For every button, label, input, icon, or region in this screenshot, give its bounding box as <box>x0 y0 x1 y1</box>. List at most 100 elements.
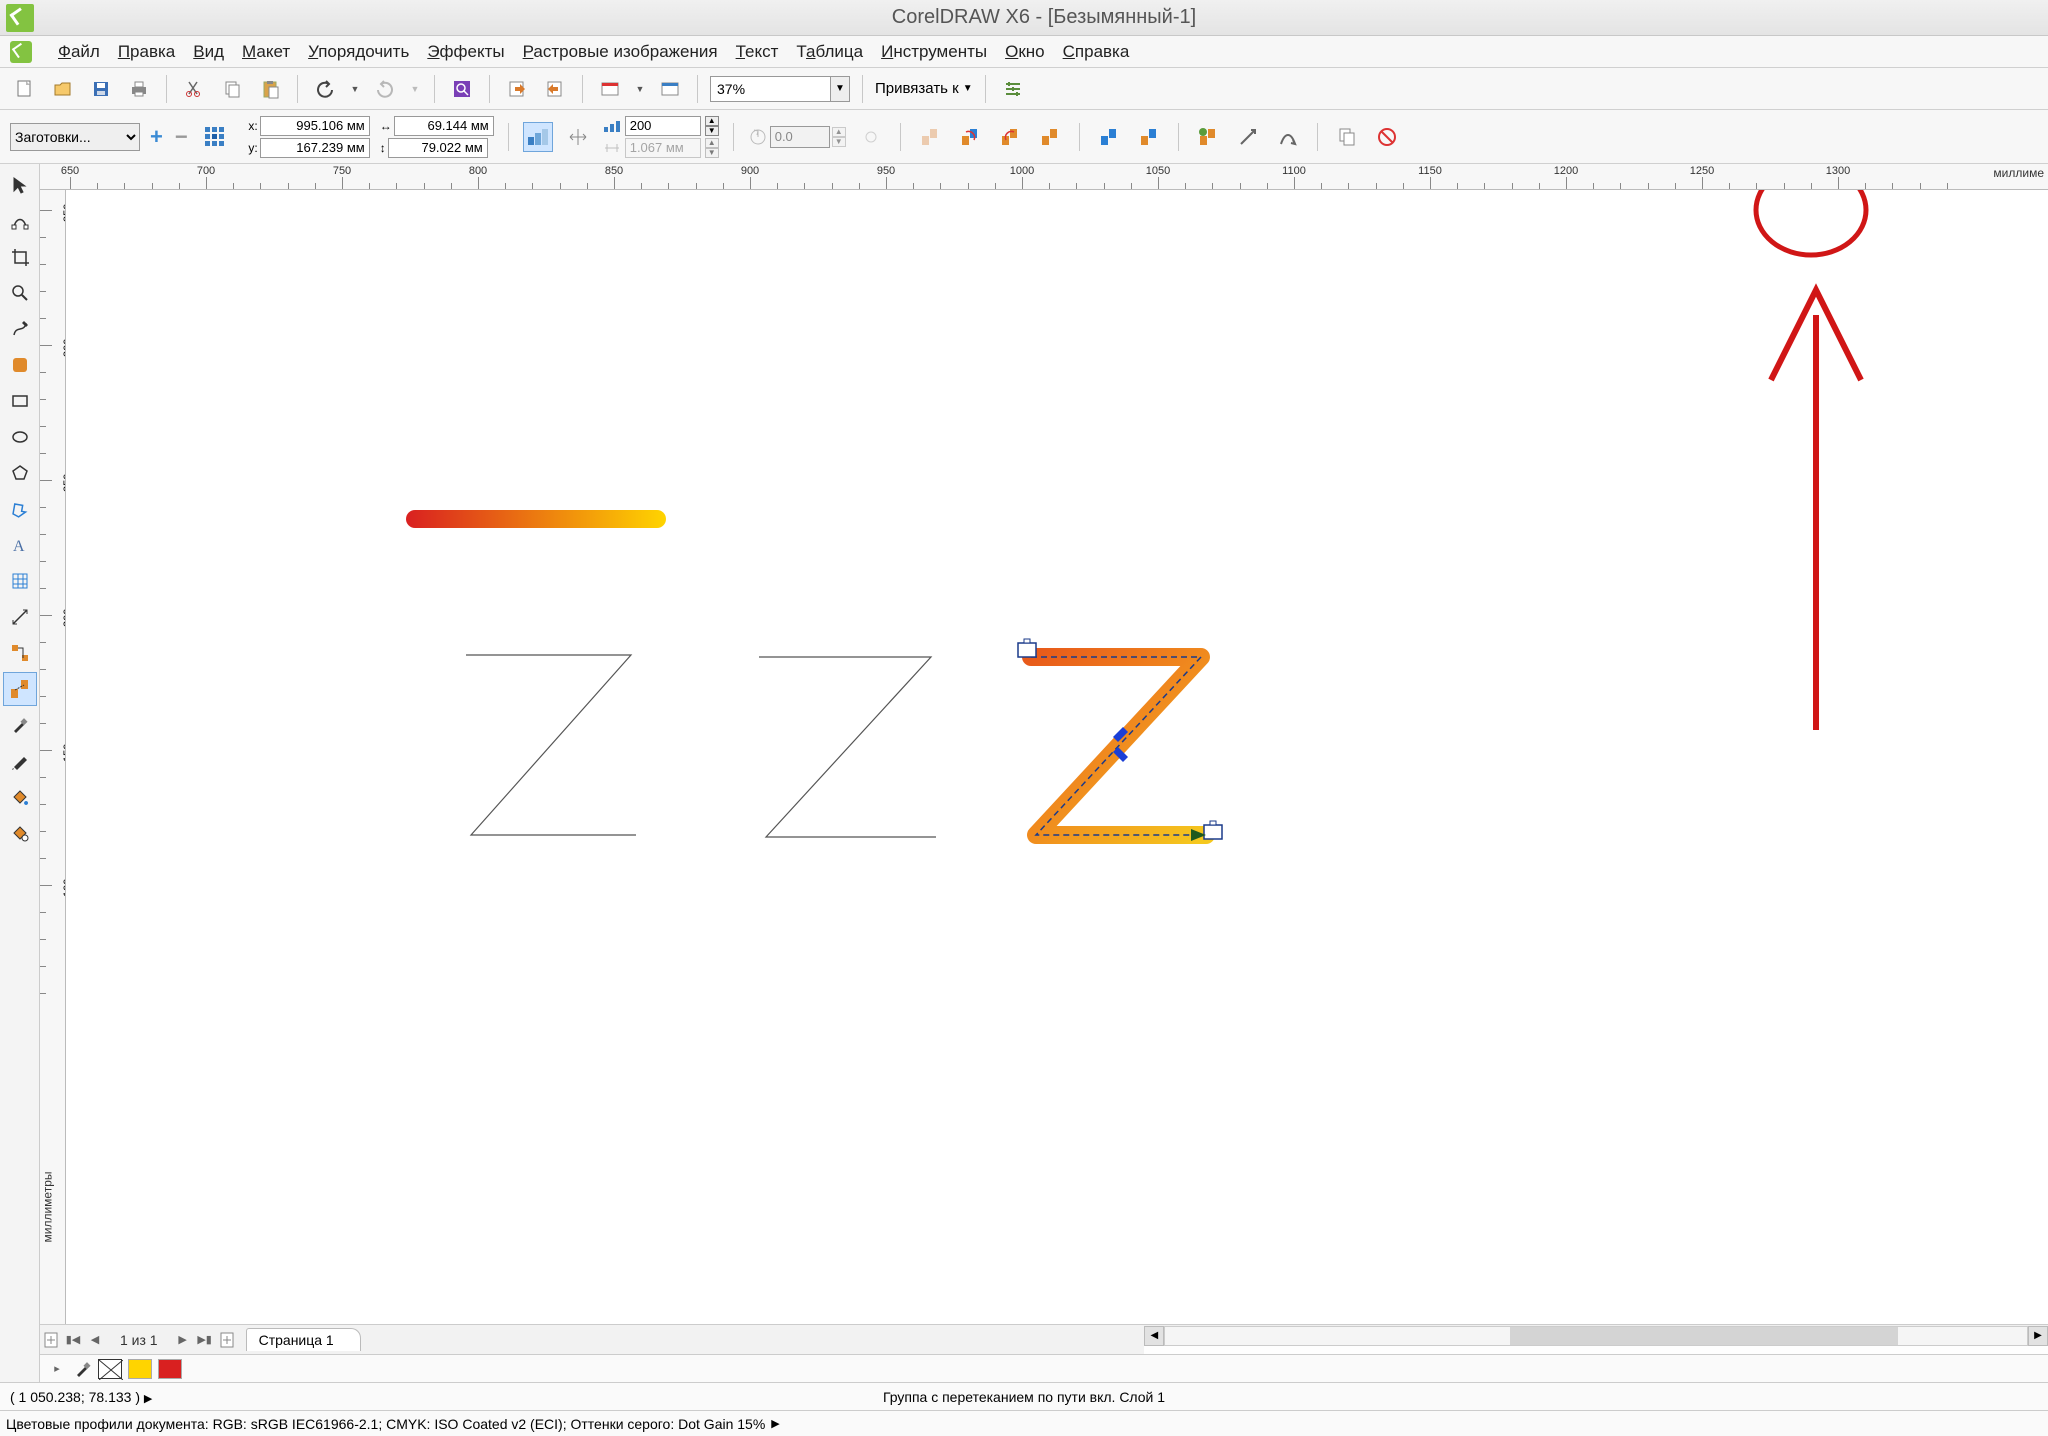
ruler-vertical[interactable]: миллиметры 350300250200150100 <box>40 190 66 1324</box>
start-end-button[interactable] <box>1233 122 1263 152</box>
direct-blend-color-button[interactable] <box>915 122 945 152</box>
blend-direct-button[interactable] <box>523 122 553 152</box>
menu-edit[interactable]: Правка <box>118 42 175 62</box>
dimension-tool[interactable] <box>3 600 37 634</box>
zoom-dropdown-icon[interactable]: ▼ <box>830 76 850 102</box>
drawing-canvas[interactable] <box>66 190 2048 1324</box>
add-page-button[interactable] <box>40 1329 62 1351</box>
height-input[interactable] <box>388 138 488 158</box>
fill-tool[interactable] <box>3 780 37 814</box>
cut-button[interactable] <box>179 74 209 104</box>
clockwise-blend-button[interactable] <box>955 122 985 152</box>
first-page-button[interactable]: ▮◀ <box>62 1329 84 1351</box>
blend-rotate-button[interactable] <box>563 122 593 152</box>
prev-page-button[interactable]: ◀ <box>84 1329 106 1351</box>
menu-effects[interactable]: Эффекты <box>427 42 504 62</box>
snap-to-dropdown[interactable]: Привязать к ▼ <box>875 80 973 97</box>
width-input[interactable] <box>394 116 494 136</box>
zoom-combo[interactable]: ▼ <box>710 76 850 102</box>
eyedropper-tool[interactable] <box>3 708 37 742</box>
table-tool[interactable] <box>3 564 37 598</box>
redo-button[interactable] <box>370 74 400 104</box>
undo-button[interactable] <box>310 74 340 104</box>
paste-button[interactable] <box>255 74 285 104</box>
new-button[interactable] <box>10 74 40 104</box>
steps-up[interactable]: ▲ <box>705 116 719 126</box>
palette-flyout-button[interactable]: ▸ <box>46 1358 68 1380</box>
palette-eyedropper-icon[interactable] <box>74 1360 92 1378</box>
last-page-button[interactable]: ▶▮ <box>194 1329 216 1351</box>
outline-tool[interactable] <box>3 744 37 778</box>
publish-pdf-button[interactable] <box>595 74 625 104</box>
ellipse-tool[interactable] <box>3 420 37 454</box>
shape-tool[interactable] <box>3 204 37 238</box>
undo-dropdown[interactable]: ▼ <box>348 74 362 104</box>
object-accel-button[interactable] <box>1094 122 1124 152</box>
zoom-input[interactable] <box>710 76 830 102</box>
import-button[interactable] <box>502 74 532 104</box>
scroll-left-button[interactable]: ◀ <box>1144 1326 1164 1346</box>
add-page-after-button[interactable] <box>216 1329 238 1351</box>
save-button[interactable] <box>86 74 116 104</box>
menu-app-icon[interactable] <box>10 41 32 63</box>
clear-blend-button[interactable] <box>1372 122 1402 152</box>
copy-button[interactable] <box>217 74 247 104</box>
scroll-thumb[interactable] <box>1510 1327 1898 1345</box>
copy-blend-button[interactable] <box>1332 122 1362 152</box>
loop-blend-button[interactable] <box>856 122 886 152</box>
pick-tool[interactable] <box>3 168 37 202</box>
color-accel-button[interactable] <box>1134 122 1164 152</box>
z-partial-blend <box>751 645 946 850</box>
export-button[interactable] <box>540 74 570 104</box>
menu-window[interactable]: Окно <box>1005 42 1045 62</box>
menu-text[interactable]: Текст <box>736 42 779 62</box>
more-blend-options-button[interactable] <box>1193 122 1223 152</box>
menu-tools[interactable]: Инструменты <box>881 42 987 62</box>
basic-shapes-tool[interactable] <box>3 492 37 526</box>
menu-table[interactable]: Таблица <box>796 42 863 62</box>
print-button[interactable] <box>124 74 154 104</box>
search-content-button[interactable] <box>447 74 477 104</box>
y-position-input[interactable] <box>260 138 370 158</box>
ruler-horizontal[interactable]: миллиме 65070075080085090095010001050110… <box>40 164 2048 190</box>
menu-file[interactable]: Файл <box>58 42 100 62</box>
rectangle-tool[interactable] <box>3 384 37 418</box>
horizontal-scrollbar[interactable]: ◀ ▶ <box>1144 1324 2048 1346</box>
menu-help[interactable]: Справка <box>1063 42 1130 62</box>
origin-grid-button[interactable] <box>198 120 232 154</box>
blend-steps-input[interactable] <box>625 116 701 136</box>
crop-tool[interactable] <box>3 240 37 274</box>
x-position-input[interactable] <box>260 116 370 136</box>
preset-add-button[interactable]: + <box>150 124 163 150</box>
polygon-tool[interactable] <box>3 456 37 490</box>
options-button[interactable] <box>998 74 1028 104</box>
palette-swatch-red[interactable] <box>158 1359 182 1379</box>
no-color-swatch[interactable] <box>98 1359 122 1379</box>
preset-remove-button[interactable]: − <box>175 124 188 150</box>
menu-arrange[interactable]: Упорядочить <box>308 42 409 62</box>
publish-dropdown[interactable]: ▼ <box>633 74 647 104</box>
app-launcher-button[interactable] <box>655 74 685 104</box>
menu-view[interactable]: Вид <box>193 42 224 62</box>
zoom-tool[interactable] <box>3 276 37 310</box>
counter-clockwise-blend-button[interactable] <box>995 122 1025 152</box>
redo-dropdown[interactable]: ▼ <box>408 74 422 104</box>
menu-layout[interactable]: Макет <box>242 42 290 62</box>
menu-bitmaps[interactable]: Растровые изображения <box>523 42 718 62</box>
text-tool[interactable]: A <box>3 528 37 562</box>
open-button[interactable] <box>48 74 78 104</box>
steps-down[interactable]: ▼ <box>705 126 719 136</box>
interactive-fill-tool[interactable] <box>3 816 37 850</box>
path-properties-button[interactable] <box>1273 122 1303 152</box>
smart-fill-tool[interactable] <box>3 348 37 382</box>
accelerate-button[interactable] <box>1035 122 1065 152</box>
next-page-button[interactable]: ▶ <box>172 1329 194 1351</box>
scroll-right-button[interactable]: ▶ <box>2028 1326 2048 1346</box>
z-blend-selected[interactable] <box>1006 637 1226 862</box>
palette-swatch-yellow[interactable] <box>128 1359 152 1379</box>
connector-tool[interactable] <box>3 636 37 670</box>
interactive-blend-tool[interactable] <box>3 672 37 706</box>
freehand-tool[interactable] <box>3 312 37 346</box>
presets-dropdown[interactable]: Заготовки... <box>10 123 140 151</box>
page-tab-1[interactable]: Страница 1 <box>246 1328 361 1351</box>
